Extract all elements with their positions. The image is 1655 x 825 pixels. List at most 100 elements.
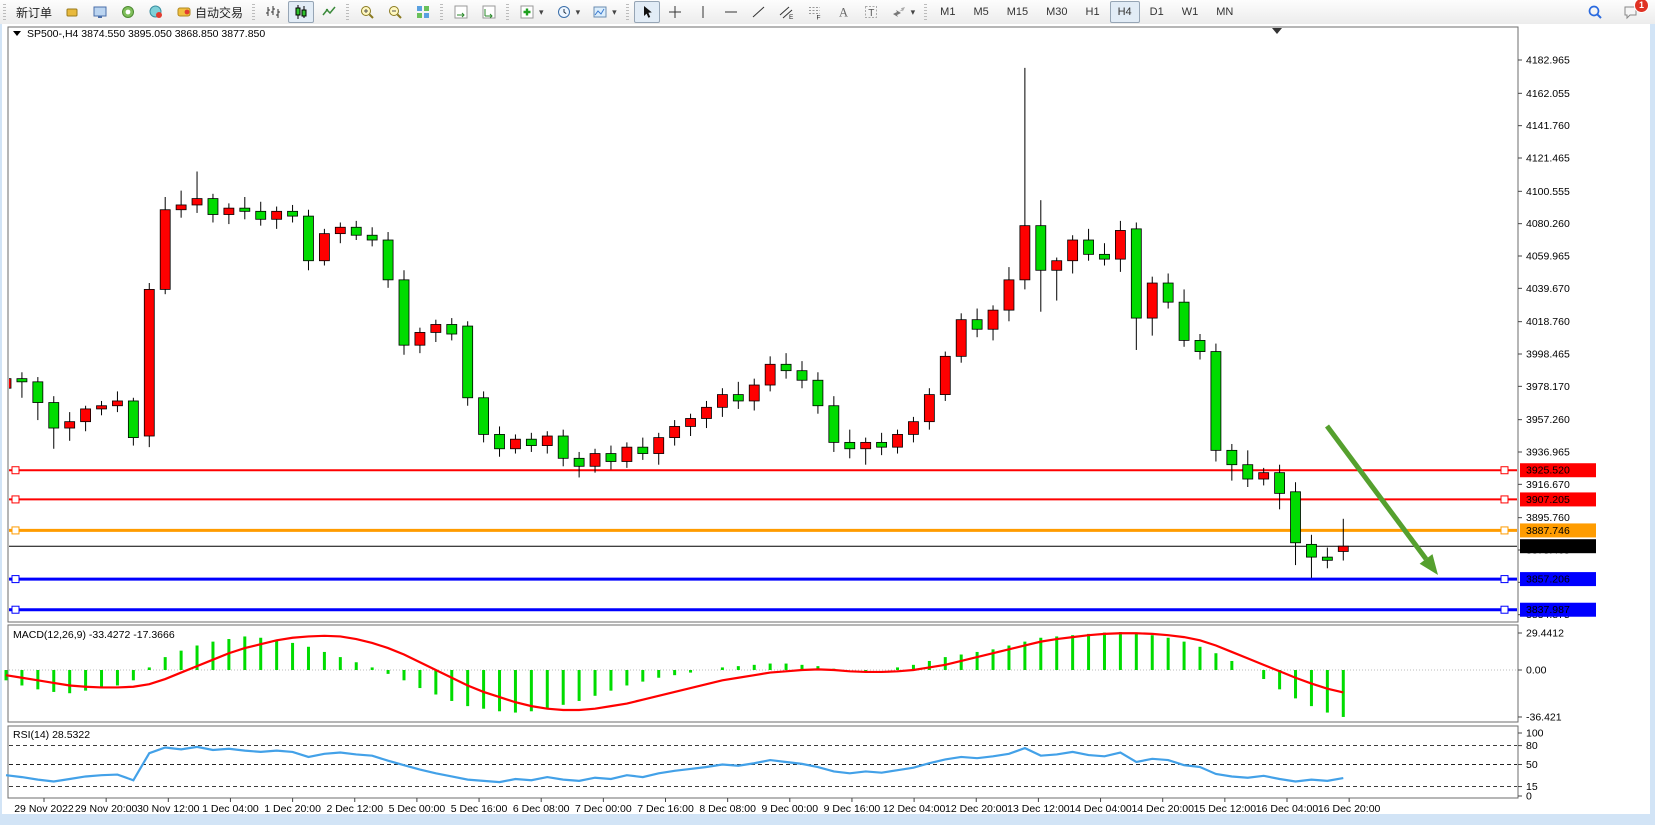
hline-marker[interactable]: [1501, 496, 1508, 503]
data-window-icon[interactable]: [87, 1, 113, 23]
date-label: 5 Dec 16:00: [451, 803, 508, 815]
panearrow2-glyph: [481, 4, 497, 20]
hline-marker[interactable]: [12, 527, 19, 534]
templates-button[interactable]: ▾: [587, 1, 622, 23]
cursor-button[interactable]: [634, 1, 660, 23]
price-tick-label: 3957.260: [1526, 414, 1570, 426]
toolbar-group-grip[interactable]: [506, 4, 509, 20]
tf-h1-button[interactable]: H1: [1078, 1, 1108, 23]
toolbar-group-grip[interactable]: [440, 4, 443, 20]
zoom-out-button[interactable]: [382, 1, 408, 23]
text-label-button[interactable]: T: [858, 1, 884, 23]
dropdown-arrow-icon[interactable]: ▾: [612, 7, 617, 18]
candle[interactable]: [463, 321, 473, 405]
candle-body: [972, 320, 982, 330]
add-indicator-button[interactable]: ▾: [514, 1, 549, 23]
tf-m5-button-label: M5: [970, 6, 991, 18]
line-chart-button[interactable]: [316, 1, 342, 23]
periods-button[interactable]: ▾: [551, 1, 586, 23]
candle-body: [1179, 302, 1189, 340]
channel-button[interactable]: E: [774, 1, 800, 23]
toolbar-group-grip[interactable]: [3, 4, 6, 20]
toolbar-group-grip[interactable]: [924, 4, 927, 20]
price-tick-label: 4162.055: [1526, 88, 1570, 100]
candle-body: [1243, 465, 1253, 479]
dropdown-arrow-icon[interactable]: ▾: [539, 7, 544, 18]
candle[interactable]: [1211, 344, 1221, 462]
trendline-button[interactable]: [746, 1, 772, 23]
tf-mn-button[interactable]: MN: [1208, 1, 1241, 23]
candle-body: [781, 364, 791, 370]
rsi-label: RSI(14) 28.5322: [13, 729, 90, 741]
candle-body: [81, 409, 91, 422]
bars-glyph: [265, 4, 281, 20]
hline-button[interactable]: [718, 1, 744, 23]
hline-price-label: 3877.850: [1526, 541, 1570, 553]
arrows-button[interactable]: ▾: [886, 1, 921, 23]
indicator-window-button[interactable]: [448, 1, 474, 23]
date-label: 2 Dec 12:00: [326, 803, 383, 815]
vline-button[interactable]: [690, 1, 716, 23]
bar-chart-button[interactable]: [260, 1, 286, 23]
toolbar-group-grip[interactable]: [346, 4, 349, 20]
search-button[interactable]: [1582, 1, 1608, 23]
candle[interactable]: [160, 197, 170, 294]
tf-m30-button[interactable]: M30: [1038, 1, 1075, 23]
chart-area[interactable]: SP500-,H4 3874.550 3895.050 3868.850 387…: [0, 24, 1655, 825]
crosshair-button[interactable]: [662, 1, 688, 23]
terminal-icon[interactable]: [143, 1, 169, 23]
candle-body: [908, 422, 918, 435]
candle-body: [447, 324, 457, 334]
toolbar-group-grip[interactable]: [252, 4, 255, 20]
hline-marker[interactable]: [1501, 467, 1508, 474]
dropdown-arrow-icon[interactable]: ▾: [576, 7, 581, 18]
price-tick-label: 4141.760: [1526, 120, 1570, 132]
market-watch-icon[interactable]: [59, 1, 85, 23]
tf-m15-button[interactable]: M15: [999, 1, 1036, 23]
hline-marker[interactable]: [12, 496, 19, 503]
linec-glyph: [321, 4, 337, 20]
tf-m1-button[interactable]: M1: [932, 1, 963, 23]
new-order-button[interactable]: 新订单: [11, 1, 57, 23]
candle-body: [208, 199, 218, 215]
hline-marker[interactable]: [12, 576, 19, 583]
hline-marker[interactable]: [12, 467, 19, 474]
tf-d1-button[interactable]: D1: [1142, 1, 1172, 23]
zoom-in-button[interactable]: [354, 1, 380, 23]
candle[interactable]: [940, 352, 950, 401]
date-label: 12 Dec 20:00: [945, 803, 1008, 815]
candlestick-button[interactable]: [288, 1, 314, 23]
candle[interactable]: [144, 283, 154, 447]
candle-body: [176, 205, 186, 210]
price-tick-label: 4182.965: [1526, 55, 1570, 67]
candle[interactable]: [383, 232, 393, 288]
candle[interactable]: [479, 391, 489, 442]
hline-marker[interactable]: [12, 606, 19, 613]
chart-shift-button[interactable]: [476, 1, 502, 23]
candle[interactable]: [319, 229, 329, 266]
tf-m5-button[interactable]: M5: [965, 1, 996, 23]
notifications-button[interactable]: 1: [1618, 1, 1644, 23]
toolbar-group-grip[interactable]: [626, 4, 629, 20]
date-label: 30 Nov 12:00: [137, 803, 200, 815]
autotrading-button[interactable]: 自动交易: [171, 1, 248, 23]
date-label: 14 Dec 04:00: [1069, 803, 1132, 815]
price-tick-label: 4018.760: [1526, 316, 1570, 328]
hline-marker[interactable]: [1501, 576, 1508, 583]
text-button[interactable]: A: [830, 1, 856, 23]
candle-body: [97, 406, 107, 409]
dropdown-arrow-icon[interactable]: ▾: [911, 7, 916, 18]
candle-body: [240, 208, 250, 211]
navigator-icon[interactable]: [115, 1, 141, 23]
candle-body: [845, 442, 855, 448]
hline-marker[interactable]: [1501, 606, 1508, 613]
candle[interactable]: [956, 313, 966, 362]
tf-h4-button[interactable]: H4: [1110, 1, 1140, 23]
candle[interactable]: [399, 270, 409, 354]
price-tick-label: 4039.670: [1526, 283, 1570, 295]
tf-w1-button[interactable]: W1: [1174, 1, 1207, 23]
hline-marker[interactable]: [1501, 527, 1508, 534]
tile-windows-button[interactable]: [410, 1, 436, 23]
new-order-button-label: 新订单: [16, 4, 52, 21]
fibonacci-button[interactable]: F: [802, 1, 828, 23]
